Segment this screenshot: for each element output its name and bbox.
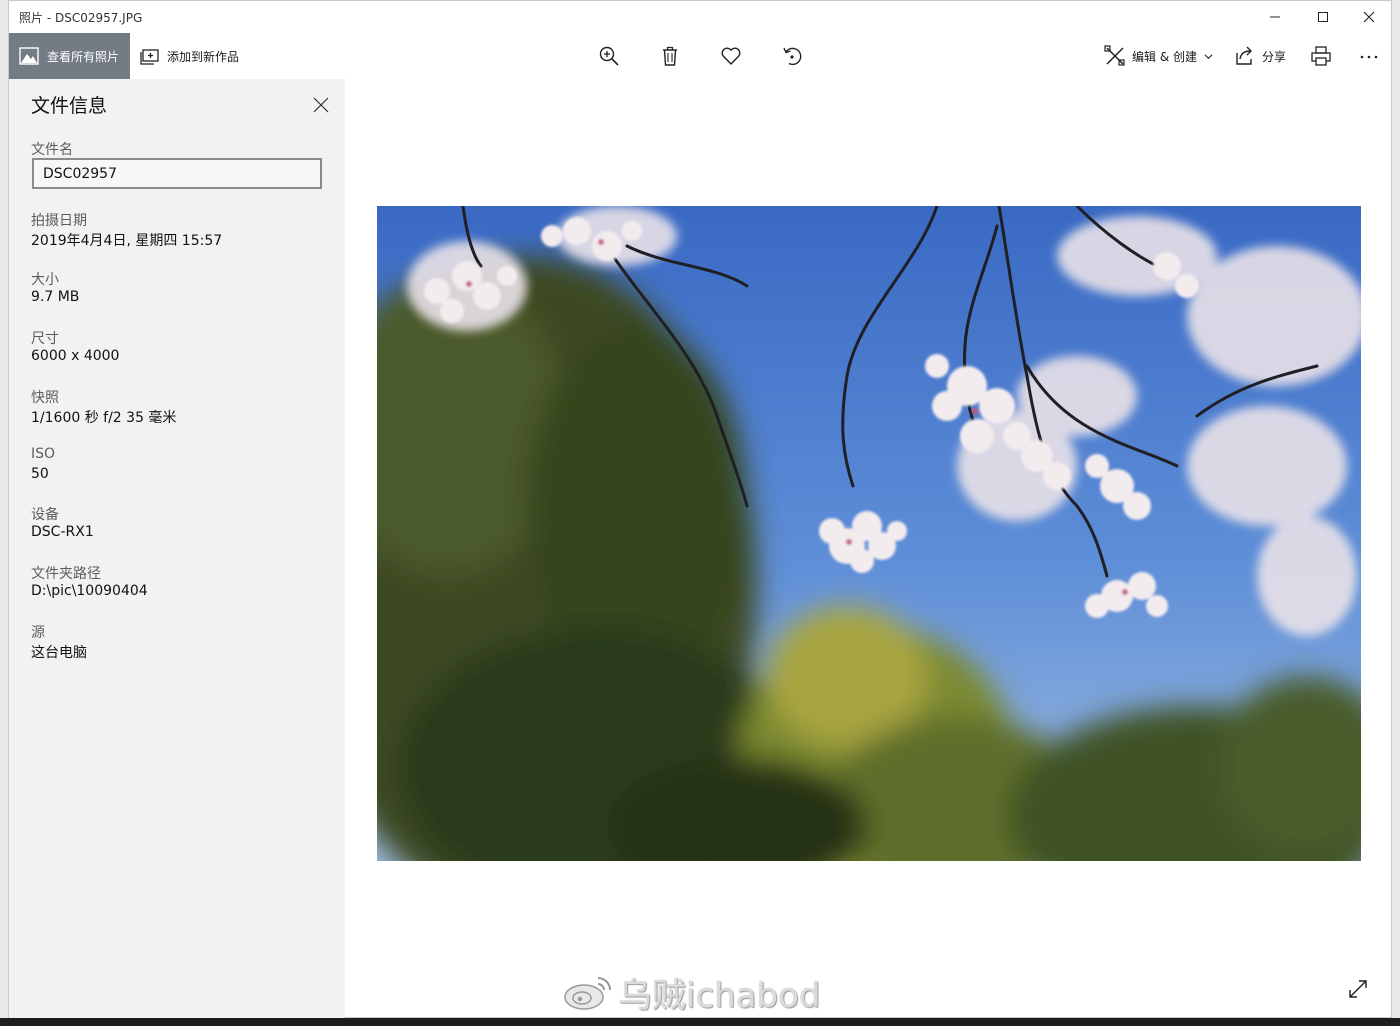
print-button[interactable] xyxy=(1301,33,1341,79)
cherry-blossom-photo xyxy=(377,206,1361,861)
iso-value: 50 xyxy=(31,466,49,482)
dimensions-value: 6000 x 4000 xyxy=(31,348,120,364)
photo-viewer xyxy=(345,79,1391,1017)
fullscreen-button[interactable] xyxy=(1343,974,1373,1004)
taskbar-strip xyxy=(0,1018,1400,1026)
size-value: 9.7 MB xyxy=(31,289,80,305)
delete-button[interactable] xyxy=(650,33,690,79)
date-taken-label: 拍摄日期 xyxy=(31,213,87,229)
zoom-in-icon xyxy=(599,46,619,66)
chevron-down-icon xyxy=(1204,53,1213,59)
add-creation-icon xyxy=(140,49,159,65)
favorite-button[interactable] xyxy=(711,33,751,79)
shutter-label: 快照 xyxy=(31,390,59,406)
weibo-logo-icon xyxy=(564,977,611,1010)
date-taken-value: 2019年4月4日, 星期四 15:57 xyxy=(31,233,223,249)
photo-gallery-icon xyxy=(19,47,39,65)
shutter-value: 1/1600 秒 f/2 35 毫米 xyxy=(31,410,177,426)
device-value: DSC-RX1 xyxy=(31,524,94,540)
view-all-photos-label: 查看所有照片 xyxy=(47,49,120,64)
dimensions-label: 尺寸 xyxy=(31,331,59,347)
weibo-watermark: 乌贼ichabod xyxy=(562,970,821,1016)
close-panel-button[interactable] xyxy=(309,93,333,117)
share-icon xyxy=(1236,46,1252,65)
source-value: 这台电脑 xyxy=(31,645,87,661)
view-all-photos-button[interactable]: 查看所有照片 xyxy=(9,33,130,79)
close-icon xyxy=(1363,11,1375,23)
add-to-creation-button[interactable]: 添加到新作品 xyxy=(140,33,239,79)
iso-label: ISO xyxy=(31,446,56,462)
close-icon xyxy=(313,97,329,113)
share-button[interactable]: 分享 xyxy=(1234,33,1286,79)
trash-icon xyxy=(663,46,677,66)
more-options-button[interactable] xyxy=(1349,33,1389,79)
size-label: 大小 xyxy=(31,272,59,288)
minimize-button[interactable] xyxy=(1252,1,1298,33)
zoom-button[interactable] xyxy=(589,33,629,79)
minimize-icon xyxy=(1270,16,1280,18)
watermark-text: 乌贼ichabod xyxy=(618,975,821,1016)
rotate-icon xyxy=(783,47,802,66)
edit-create-button[interactable]: 编辑 & 创建 xyxy=(1104,33,1213,79)
add-to-creation-label: 添加到新作品 xyxy=(167,49,240,64)
window-title: 照片 - DSC02957.JPG xyxy=(19,11,143,25)
folder-path-label: 文件夹路径 xyxy=(31,566,101,582)
folder-path-value: D:\pic\10090404 xyxy=(31,583,148,599)
filename-input[interactable] xyxy=(32,158,322,189)
filename-label: 文件名 xyxy=(31,142,73,158)
title-bar: 照片 - DSC02957.JPG xyxy=(9,1,1391,33)
share-label: 分享 xyxy=(1262,49,1287,64)
heart-icon xyxy=(721,47,741,65)
device-label: 设备 xyxy=(31,507,59,523)
printer-icon xyxy=(1311,46,1331,66)
close-window-button[interactable] xyxy=(1346,1,1392,33)
rotate-button[interactable] xyxy=(772,33,812,79)
photos-app-window: 照片 - DSC02957.JPG 查看所有照片 添加到新作品 编辑 & 创建 … xyxy=(8,0,1392,1019)
app-toolbar: 查看所有照片 添加到新作品 编辑 & 创建 分享 xyxy=(9,33,1391,79)
panel-title: 文件信息 xyxy=(31,95,108,117)
maximize-icon xyxy=(1318,12,1328,22)
more-icon xyxy=(1360,55,1378,59)
source-label: 源 xyxy=(31,625,45,641)
file-info-panel: 文件信息 文件名 拍摄日期 2019年4月4日, 星期四 15:57 大小 9.… xyxy=(9,79,345,1019)
edit-create-label: 编辑 & 创建 xyxy=(1132,49,1197,64)
expand-icon xyxy=(1349,980,1367,998)
maximize-button[interactable] xyxy=(1300,1,1346,33)
edit-tools-icon xyxy=(1104,45,1125,66)
